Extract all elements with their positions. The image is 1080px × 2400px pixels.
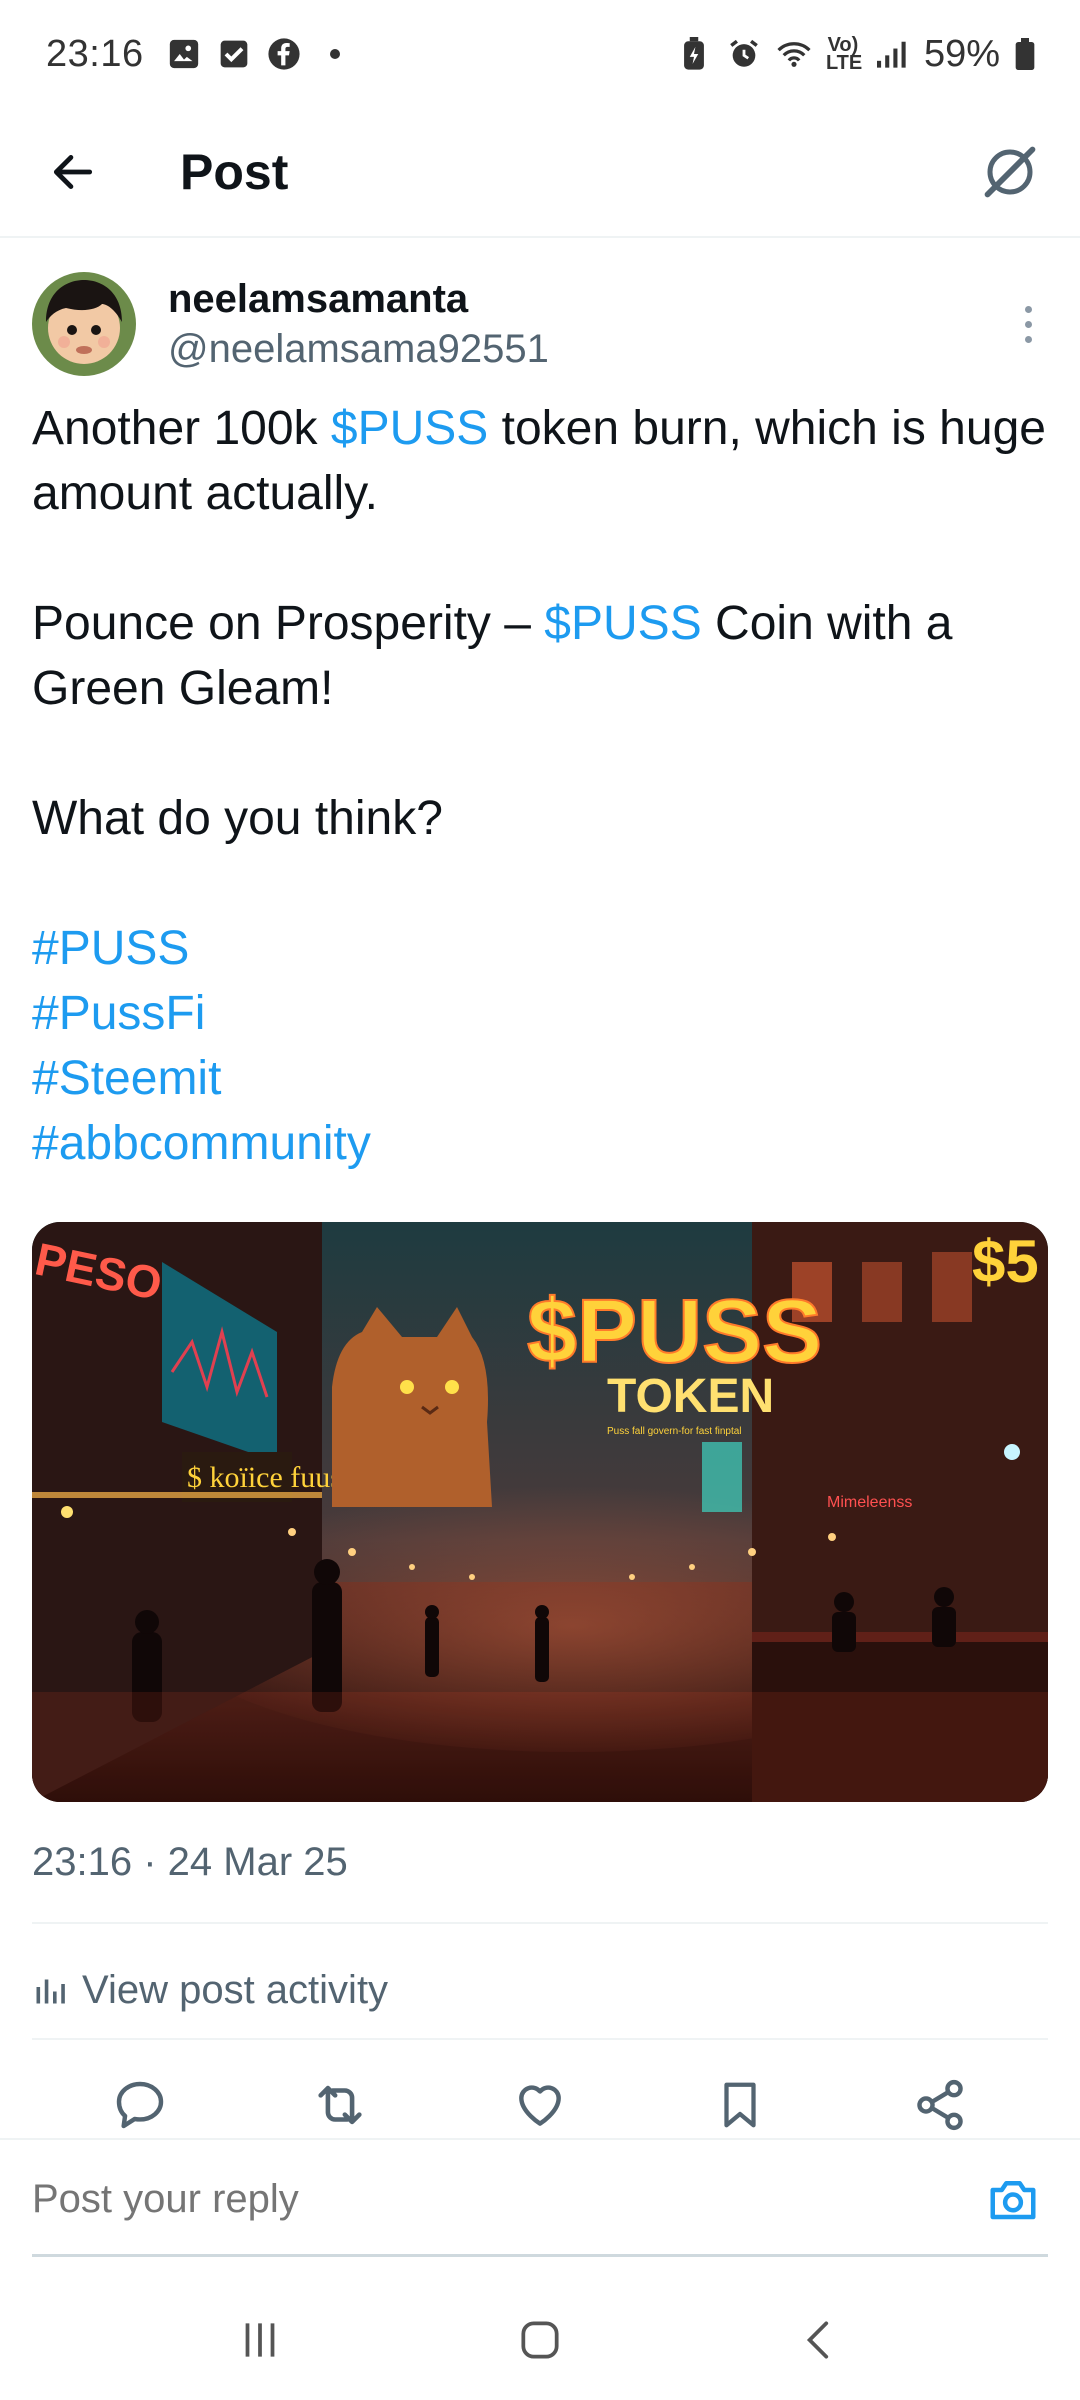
facebook-icon xyxy=(266,36,302,72)
status-time: 23:16 xyxy=(46,32,144,75)
reply-icon xyxy=(116,2081,164,2129)
recent-apps-button[interactable] xyxy=(215,2295,305,2385)
reply-button[interactable] xyxy=(100,2065,180,2145)
hashtag-link[interactable]: #abbcommunity xyxy=(32,1111,1048,1176)
post-author: neelamsamanta @neelamsama92551 xyxy=(32,268,1048,380)
reply-bar xyxy=(0,2138,1080,2258)
reply-input[interactable] xyxy=(32,2176,978,2222)
post-text-segment: Another 100k xyxy=(32,402,331,455)
hashtag-link[interactable]: #Steemit xyxy=(32,1046,1048,1111)
post-text-segment: Pounce on Prosperity – xyxy=(32,597,545,650)
system-nav-bar xyxy=(0,2280,1080,2400)
post-image[interactable]: $ koïice fuus PESO Mimeleenss $5 $PUSS T… xyxy=(32,1222,1048,1802)
cashtag-link[interactable]: $PUSS xyxy=(544,597,701,650)
battery-icon xyxy=(1014,36,1036,72)
app-header: Post xyxy=(0,108,1080,238)
post-paragraph: What do you think? xyxy=(32,792,443,845)
page-title: Post xyxy=(180,144,289,200)
analytics-icon xyxy=(36,1979,65,2004)
alarm-icon xyxy=(726,36,762,72)
grok-icon xyxy=(984,146,1036,198)
status-bar: 23:16 Vo) LTE 59% xyxy=(0,0,1080,108)
system-back-button[interactable] xyxy=(775,2295,865,2385)
checkbox-icon xyxy=(216,36,252,72)
post-timestamp: 23:16 · 24 Mar 25 xyxy=(32,1840,348,1884)
volte-icon: Vo) LTE xyxy=(825,34,863,74)
view-post-activity-link[interactable]: View post activity xyxy=(32,1950,388,2030)
wifi-icon xyxy=(776,36,812,72)
grok-button[interactable] xyxy=(970,132,1050,212)
post-actions xyxy=(0,2060,1080,2150)
more-dot-icon xyxy=(1024,320,1032,328)
share-button[interactable] xyxy=(900,2065,980,2145)
post-paragraph: Pounce on Prosperity – $PUSS Coin with a… xyxy=(32,591,1048,721)
post-text: Another 100k $PUSS token burn, which is … xyxy=(32,396,1048,1176)
hashtag-link[interactable]: #PUSS xyxy=(32,916,1048,981)
chevron-left-icon xyxy=(806,2321,829,2359)
author-handle[interactable]: @neelamsama92551 xyxy=(168,324,549,374)
reply-underline xyxy=(32,2254,1048,2257)
activity-label: View post activity xyxy=(82,1967,389,2012)
more-dot-icon xyxy=(1024,305,1032,313)
image-sign-tagline: Puss fall govern-for fast finptal xyxy=(607,1426,742,1437)
image-shop-sign: $ koïice fuus xyxy=(187,1461,342,1494)
arrow-left-icon xyxy=(53,155,93,189)
bookmark-icon xyxy=(724,2082,756,2128)
gallery-icon xyxy=(166,36,202,72)
image-side-sign: Mimeleenss xyxy=(827,1494,912,1511)
more-dot-icon xyxy=(1024,335,1032,343)
home-icon xyxy=(521,2321,559,2359)
divider xyxy=(32,1922,1048,1924)
hashtag-list: #PUSS #PussFi #Steemit #abbcommunity xyxy=(32,916,1048,1176)
recent-apps-icon xyxy=(245,2323,275,2357)
camera-icon xyxy=(990,2181,1036,2220)
divider xyxy=(32,2038,1048,2040)
share-icon xyxy=(917,2079,963,2131)
like-button[interactable] xyxy=(500,2065,580,2145)
home-button[interactable] xyxy=(495,2295,585,2385)
like-icon xyxy=(519,2085,561,2126)
cashtag-link[interactable]: $PUSS xyxy=(331,402,488,455)
repost-icon xyxy=(318,2085,362,2125)
notification-dot-icon xyxy=(329,49,340,59)
bookmark-button[interactable] xyxy=(700,2065,780,2145)
author-name[interactable]: neelamsamanta xyxy=(168,274,549,324)
hashtag-link[interactable]: #PussFi xyxy=(32,981,1048,1046)
image-sign-sub: TOKEN xyxy=(607,1370,774,1423)
more-options-button[interactable] xyxy=(1008,294,1048,354)
battery-saver-icon xyxy=(676,36,712,72)
back-button[interactable] xyxy=(18,117,128,227)
avatar[interactable] xyxy=(32,272,136,376)
repost-button[interactable] xyxy=(300,2065,380,2145)
image-sign-main: $PUSS xyxy=(527,1282,822,1382)
image-corner-sign: $5 xyxy=(972,1228,1039,1295)
post-paragraph: Another 100k $PUSS token burn, which is … xyxy=(32,396,1048,526)
battery-percentage: 59% xyxy=(923,32,1000,75)
signal-icon xyxy=(874,36,910,72)
cat-figure xyxy=(332,1307,492,1507)
camera-button[interactable] xyxy=(978,2164,1048,2234)
